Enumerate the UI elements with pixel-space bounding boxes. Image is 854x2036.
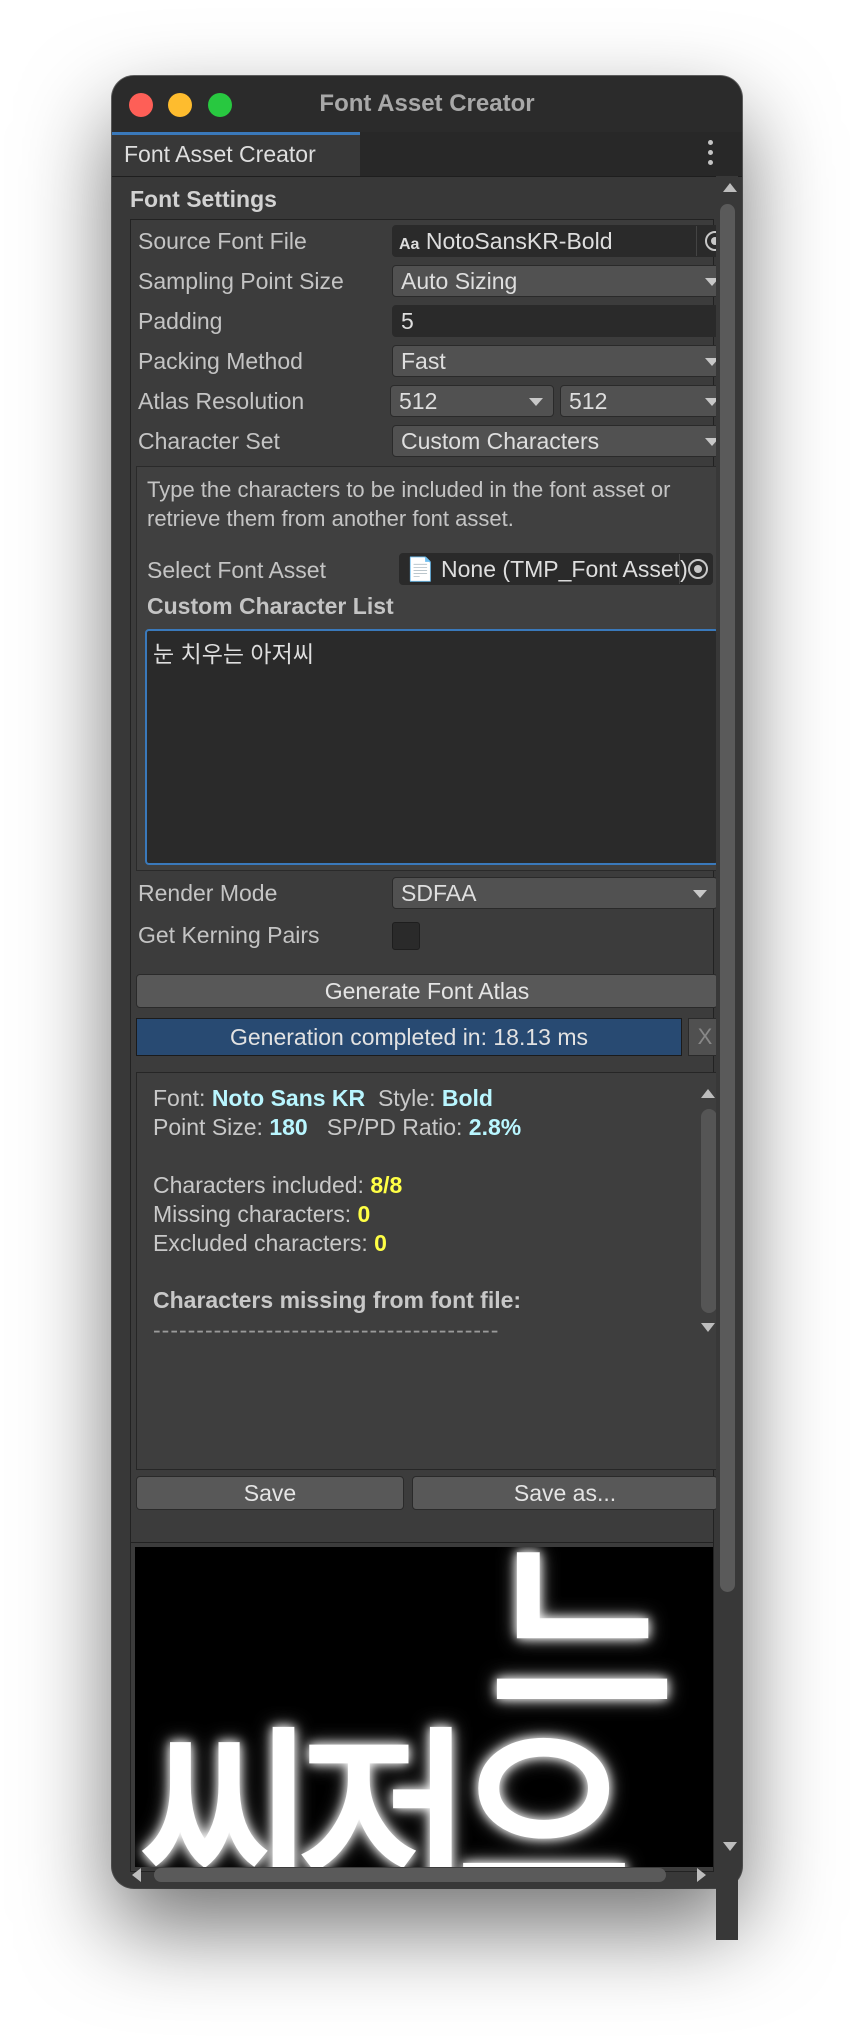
font-file-icon: Aa [399,236,420,253]
point-size-line: Point Size: 180 SP/PD Ratio: 2.8% [153,1114,522,1140]
atlas-preview-image: 느 씨저으 [135,1547,713,1867]
render-mode-value: SDFAA [401,880,477,906]
scroll-left-icon[interactable] [132,1868,141,1882]
source-font-field[interactable]: Aa NotoSansKR-Bold [392,225,730,257]
generation-results-panel: Font: Noto Sans KR Style: Bold Point Siz… [136,1072,718,1470]
padding-input[interactable]: 5 [392,305,730,337]
sampling-point-size-label: Sampling Point Size [138,268,344,294]
chevron-down-icon [693,890,707,898]
kerning-checkbox[interactable] [392,922,420,950]
characters-included-value: 8/8 [370,1172,403,1198]
horizontal-scrollbar-thumb[interactable] [154,1868,666,1882]
preview-glyph-row: 씨저으 [139,1711,631,1868]
packing-method-value: Fast [401,348,446,374]
excluded-characters-value: 0 [374,1230,387,1256]
characters-included-line: Characters included: 8/8 [153,1172,403,1198]
atlas-width-dropdown[interactable]: 512 [390,385,554,417]
excluded-characters-line: Excluded characters: 0 [153,1230,387,1256]
main-scrollbar-thumb[interactable] [720,204,735,1592]
font-name-value: Noto Sans KR [211,1085,366,1111]
more-options-icon[interactable] [708,140,714,166]
custom-characters-panel: Type the characters to be included in th… [136,466,719,871]
padding-label: Padding [138,308,223,334]
missing-header: Characters missing from font file: [153,1287,522,1313]
generate-font-atlas-button[interactable]: Generate Font Atlas [136,974,718,1008]
scroll-down-icon[interactable] [701,1323,715,1332]
ratio-value: 2.8% [468,1114,522,1140]
character-set-value: Custom Characters [401,428,600,454]
font-asset-picker[interactable] [679,554,712,584]
chevron-down-icon [529,398,543,406]
save-as-button[interactable]: Save as... [412,1476,718,1510]
source-font-value: NotoSansKR-Bold [425,228,613,254]
tab-font-asset-creator[interactable]: Font Asset Creator [112,132,360,176]
atlas-height-value: 512 [569,388,608,414]
results-separator: ---------------------------------------- [153,1317,500,1343]
document-icon: 📄 [406,556,435,582]
window-title: Font Asset Creator [319,90,535,117]
source-font-label: Source Font File [138,228,307,254]
missing-characters-line: Missing characters: 0 [153,1201,371,1227]
progress-text: Generation completed in: 18.13 ms [230,1024,588,1050]
packing-method-dropdown[interactable]: Fast [392,345,730,377]
object-picker-icon [688,559,708,579]
scroll-up-icon[interactable] [701,1089,715,1098]
generation-progress-bar: Generation completed in: 18.13 ms [136,1018,682,1056]
custom-character-list-label: Custom Character List [147,593,394,619]
scroll-right-icon[interactable] [697,1868,706,1882]
save-button[interactable]: Save [136,1476,404,1510]
custom-character-list-input[interactable]: 눈 치우는 아저씨 [145,629,719,865]
select-font-asset-label: Select Font Asset [147,557,326,583]
results-scrollbar-thumb[interactable] [701,1109,717,1313]
atlas-height-dropdown[interactable]: 512 [560,385,730,417]
packing-method-label: Packing Method [138,348,303,374]
render-mode-dropdown[interactable]: SDFAA [392,877,718,909]
tab-bar: Font Asset Creator [112,132,742,177]
atlas-preview-panel: 느 씨저으 [130,1542,714,1872]
character-set-dropdown[interactable]: Custom Characters [392,425,730,457]
render-mode-label: Render Mode [138,880,278,906]
kerning-label: Get Kerning Pairs [138,922,320,948]
atlas-resolution-label: Atlas Resolution [138,388,305,414]
font-style-value: Bold [441,1085,493,1111]
missing-characters-value: 0 [357,1201,371,1227]
atlas-width-value: 512 [399,388,438,414]
character-set-help-text: Type the characters to be included in th… [147,477,671,531]
main-scroll-up-icon[interactable] [723,183,737,192]
sampling-point-size-dropdown[interactable]: Auto Sizing [392,265,730,297]
preview-glyph-top: 느 [490,1547,675,1753]
point-size-value: 180 [269,1114,308,1140]
select-font-asset-field[interactable]: 📄 None (TMP_Font Asset) [399,553,713,585]
character-set-label: Character Set [138,428,280,454]
select-font-asset-value: None (TMP_Font Asset) [441,556,688,582]
font-info-line: Font: Noto Sans KR Style: Bold [153,1085,493,1111]
main-scroll-down-icon[interactable] [723,1842,737,1851]
title-bar: Font Asset Creator [112,76,742,133]
sampling-point-size-value: Auto Sizing [401,268,518,294]
section-title: Font Settings [130,186,277,212]
